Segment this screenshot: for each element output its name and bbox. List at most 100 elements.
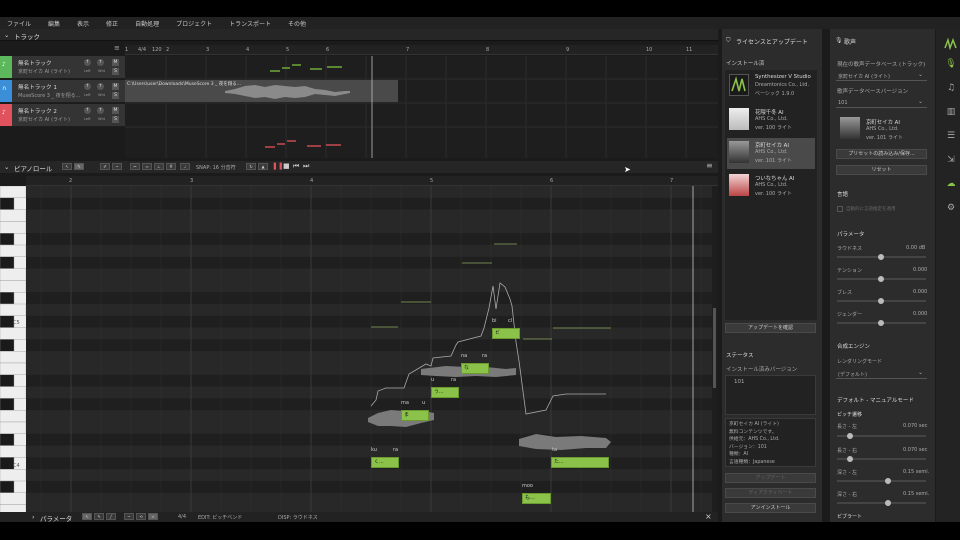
chevron-right-icon[interactable]: › xyxy=(32,513,35,521)
microphone-icon[interactable]: 🎙 xyxy=(944,59,958,71)
slider-knob[interactable] xyxy=(847,433,853,439)
reset-tool-icon[interactable]: ⟲ xyxy=(136,513,146,520)
piano-keyboard[interactable]: C5 C4 xyxy=(0,186,26,512)
white-key[interactable] xyxy=(0,280,26,293)
curve-tool-icon[interactable]: ~ xyxy=(112,163,122,170)
white-key[interactable] xyxy=(0,445,26,458)
note-block[interactable]: た... xyxy=(551,457,609,469)
white-key[interactable] xyxy=(0,362,26,376)
zoom-tool-icon[interactable]: ⌕ xyxy=(148,513,158,520)
mute-button[interactable]: M xyxy=(112,107,119,114)
hamburger-icon[interactable]: ≡ xyxy=(114,44,120,52)
track-name[interactable]: 無名トラック 2 xyxy=(18,107,57,115)
notes-list-icon[interactable]: ☰ xyxy=(944,131,958,143)
white-key[interactable] xyxy=(0,421,26,435)
slider-knob[interactable] xyxy=(878,276,884,282)
black-key[interactable] xyxy=(0,374,15,387)
update-button[interactable]: アップデート xyxy=(725,473,816,483)
track-dial-icon[interactable]: ↑ xyxy=(97,83,104,90)
track-row[interactable]: ♪ 無名トラック 2 京町セイカ AI (ライト) ↑ ↑ M S Left W… xyxy=(0,104,125,127)
track-dial-icon[interactable]: ↑ xyxy=(84,107,91,114)
scissors-tool-icon[interactable]: ✂ xyxy=(130,163,140,170)
white-key[interactable] xyxy=(0,303,26,317)
black-key[interactable] xyxy=(0,315,15,328)
preset-button[interactable]: プリセットの読み込み/保存... xyxy=(836,149,927,159)
track-ruler[interactable]: 1 4/4 120 2 3 4 5 6 7 8 9 10 11 xyxy=(125,45,718,55)
note-block[interactable]: ま xyxy=(401,410,429,422)
white-key[interactable] xyxy=(0,327,26,340)
scrollbar-thumb[interactable] xyxy=(713,308,716,388)
skip-forward-icon[interactable]: ⏭ xyxy=(303,162,309,171)
slider-knob[interactable] xyxy=(878,320,884,326)
display-param[interactable]: DISP: ラウドネス xyxy=(278,514,318,521)
black-key[interactable] xyxy=(0,291,15,305)
black-key[interactable] xyxy=(0,398,15,411)
ruler-tool-icon[interactable]: ⊥ xyxy=(154,163,164,170)
note-lyric[interactable]: u xyxy=(422,400,425,406)
pencil-tool-icon[interactable]: ✎ xyxy=(94,513,104,520)
list-item[interactable]: 花隈千冬 AI AHS Co., Ltd. ver. 100 ライト xyxy=(727,105,815,136)
music-note-icon[interactable]: ♫ xyxy=(944,83,958,95)
menu-project[interactable]: プロジェクト xyxy=(176,19,212,28)
check-update-button[interactable]: アップデートを確認 xyxy=(725,323,816,333)
pencil-tool-icon[interactable]: ✎ xyxy=(74,163,84,170)
library-icon[interactable]: ▥ xyxy=(944,107,958,119)
note-lyric[interactable]: cl xyxy=(508,318,512,324)
list-item[interactable]: ついなちゃん AI AHS Co., Ltd. ver. 100 ライト xyxy=(727,171,815,202)
gender-slider[interactable] xyxy=(837,320,926,326)
line-tool-icon[interactable]: ╱ xyxy=(106,513,116,520)
vertical-scrollbar[interactable] xyxy=(712,186,718,512)
note-lyric[interactable]: ra xyxy=(393,447,398,453)
note-lyric[interactable]: u xyxy=(431,377,434,383)
track-dial-icon[interactable]: ↑ xyxy=(97,107,104,114)
db-select[interactable]: 京町セイカ AI (ライト) ⌄ xyxy=(836,71,927,81)
white-key[interactable] xyxy=(0,244,26,258)
pointer-tool-icon[interactable]: ↖ xyxy=(62,163,72,170)
white-key[interactable] xyxy=(0,492,26,505)
track-name[interactable]: 無名トラック 1 xyxy=(18,83,57,91)
note-block[interactable]: ビ xyxy=(492,327,520,339)
track-lanes[interactable]: C:\Users\user\Downloads\MuseScore 3 _ 夜を… xyxy=(125,56,718,158)
black-key[interactable] xyxy=(0,480,15,494)
smooth-tool-icon[interactable]: ~ xyxy=(124,513,134,520)
note-lyric[interactable]: ra xyxy=(451,377,456,383)
note-lyric[interactable]: moo xyxy=(522,483,533,489)
white-key[interactable] xyxy=(0,409,26,423)
piano-roll-ruler[interactable]: 2 3 4 5 6 7 xyxy=(26,176,718,186)
black-key[interactable] xyxy=(0,233,15,246)
list-item-selected[interactable]: 京町セイカ AI AHS Co., Ltd. ver. 101 ライト xyxy=(727,138,815,169)
black-key[interactable] xyxy=(0,339,15,352)
pitch-slider[interactable] xyxy=(837,456,926,462)
pitch-slider[interactable] xyxy=(837,433,926,439)
pointer-tool-icon[interactable]: ↖ xyxy=(82,513,92,520)
note-lyric[interactable]: bi xyxy=(492,318,497,324)
slider-knob[interactable] xyxy=(885,478,891,484)
track-name[interactable]: 無名トラック xyxy=(18,59,52,67)
loudness-slider[interactable] xyxy=(837,254,926,260)
stop-icon[interactable]: ■ xyxy=(283,162,290,170)
black-key[interactable] xyxy=(0,433,15,446)
menu-other[interactable]: その他 xyxy=(288,19,306,28)
gear-icon[interactable]: ⚙ xyxy=(944,203,958,215)
menu-file[interactable]: ファイル xyxy=(7,19,31,28)
reset-button[interactable]: リセット xyxy=(836,165,927,175)
track-dial-icon[interactable]: ↑ xyxy=(84,59,91,66)
note-block[interactable]: な xyxy=(461,363,489,374)
white-key[interactable] xyxy=(0,186,26,199)
mute-button[interactable]: M xyxy=(112,83,119,90)
metronome-icon[interactable]: ▲ xyxy=(258,163,268,170)
note-lyric[interactable]: ta xyxy=(552,447,557,453)
track-row[interactable]: ∩ 無名トラック 1 MuseScore 3 _ 夜を翔る... ↑ ↑ M S… xyxy=(0,80,125,103)
note-lyric[interactable]: na xyxy=(461,353,467,359)
note-lyric[interactable]: ma xyxy=(401,400,409,406)
hamburger-icon[interactable]: ≡ xyxy=(706,161,713,170)
menu-view[interactable]: 表示 xyxy=(77,19,89,28)
deactivate-button[interactable]: ディアクティベート xyxy=(725,488,816,498)
pitch-slider[interactable] xyxy=(837,500,926,506)
note-lyric[interactable]: ku xyxy=(371,447,377,453)
snap-setting[interactable]: SNAP: 16 分音符 xyxy=(196,164,236,171)
info-box[interactable]: 京町セイカ AI (ライト) 無料コンテンツです。 供給元：AHS Co., L… xyxy=(725,418,816,467)
edit-param[interactable]: EDIT: ピッチベンド xyxy=(198,514,242,521)
menu-edit[interactable]: 編集 xyxy=(48,19,60,28)
track-dial-icon[interactable]: ↑ xyxy=(84,83,91,90)
